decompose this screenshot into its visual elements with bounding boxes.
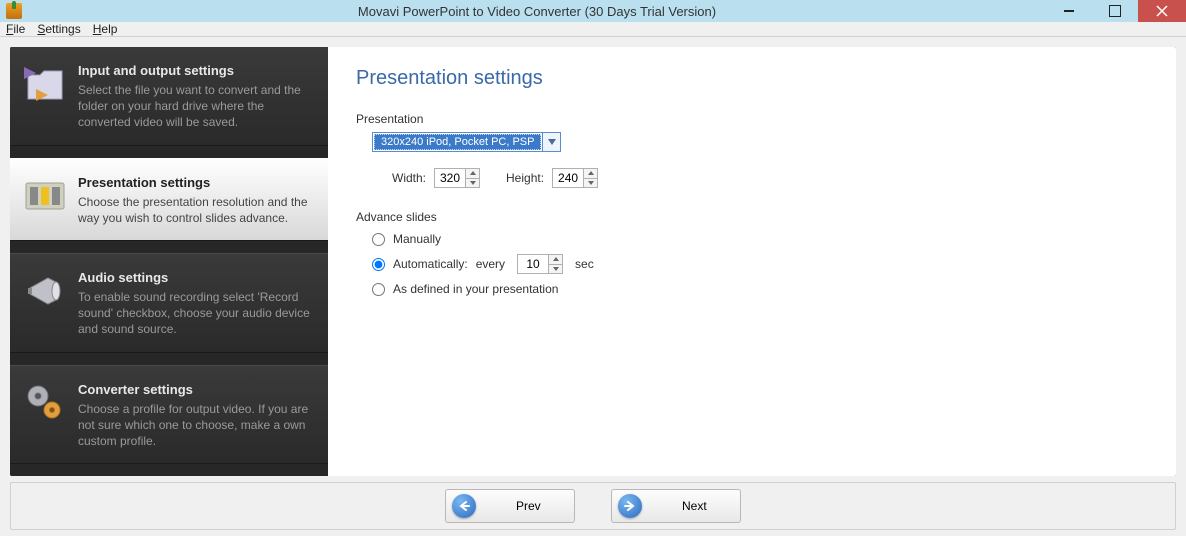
- spin-up-icon[interactable]: [466, 169, 479, 179]
- automatically-suffix: sec: [575, 257, 594, 271]
- sidebar-item-title: Presentation settings: [78, 175, 314, 190]
- radio-manually[interactable]: [372, 233, 385, 246]
- next-button[interactable]: Next: [611, 489, 741, 523]
- radio-manually-label: Manually: [393, 232, 441, 246]
- width-spinner[interactable]: [434, 168, 480, 188]
- arrow-left-icon: [452, 494, 476, 518]
- radio-as-defined[interactable]: [372, 283, 385, 296]
- megaphone-icon: [22, 268, 68, 314]
- sidebar-item-audio[interactable]: Audio settings To enable sound recording…: [10, 253, 328, 353]
- footer: Prev Next: [10, 482, 1176, 530]
- sidebar-item-title: Audio settings: [78, 270, 314, 285]
- prev-label: Prev: [516, 499, 541, 513]
- spin-down-icon[interactable]: [549, 265, 562, 274]
- spin-down-icon[interactable]: [466, 179, 479, 188]
- height-spinner[interactable]: [552, 168, 598, 188]
- window-title: Movavi PowerPoint to Video Converter (30…: [28, 4, 1046, 19]
- sidebar-item-input-output[interactable]: Input and output settings Select the fil…: [10, 47, 328, 146]
- prev-button[interactable]: Prev: [445, 489, 575, 523]
- radio-automatically[interactable]: [372, 258, 385, 271]
- menubar: File Settings Help: [0, 22, 1186, 37]
- sidebar-item-desc: Choose the presentation resolution and t…: [78, 194, 314, 226]
- width-label: Width:: [392, 171, 426, 185]
- menu-settings[interactable]: Settings: [37, 22, 80, 36]
- page-heading: Presentation settings: [356, 67, 1148, 90]
- close-button[interactable]: [1138, 0, 1186, 22]
- height-input[interactable]: [553, 169, 583, 187]
- sidebar-item-desc: To enable sound recording select 'Record…: [78, 289, 314, 338]
- sidebar-item-desc: Select the file you want to convert and …: [78, 82, 314, 131]
- sidebar: Input and output settings Select the fil…: [10, 47, 328, 476]
- content-panel: Presentation settings Presentation 320x2…: [328, 47, 1176, 476]
- presentation-label: Presentation: [356, 112, 1148, 126]
- preset-selected: 320x240 iPod, Pocket PC, PSP: [374, 134, 541, 150]
- gears-icon: [22, 380, 68, 426]
- spin-up-icon[interactable]: [584, 169, 597, 179]
- spin-up-icon[interactable]: [549, 255, 562, 265]
- maximize-button[interactable]: [1092, 0, 1138, 22]
- arrow-right-icon: [618, 494, 642, 518]
- radio-as-defined-label: As defined in your presentation: [393, 282, 558, 296]
- sidebar-item-presentation[interactable]: Presentation settings Choose the present…: [10, 158, 328, 241]
- width-input[interactable]: [435, 169, 465, 187]
- next-label: Next: [682, 499, 707, 513]
- titlebar: Movavi PowerPoint to Video Converter (30…: [0, 0, 1186, 22]
- sidebar-item-title: Converter settings: [78, 382, 314, 397]
- app-icon: [6, 3, 22, 19]
- sidebar-item-desc: Choose a profile for output video. If yo…: [78, 401, 314, 450]
- presentation-icon: [22, 173, 68, 219]
- advance-label: Advance slides: [356, 210, 1148, 224]
- menu-file[interactable]: File: [6, 22, 25, 36]
- automatically-every: every: [476, 257, 505, 271]
- menu-help[interactable]: Help: [93, 22, 118, 36]
- height-label: Height:: [506, 171, 544, 185]
- sidebar-item-converter[interactable]: Converter settings Choose a profile for …: [10, 365, 328, 465]
- radio-automatically-label: Automatically:: [393, 257, 468, 271]
- folder-icon: [22, 61, 68, 107]
- sidebar-item-title: Input and output settings: [78, 63, 314, 78]
- chevron-down-icon[interactable]: [542, 133, 560, 151]
- seconds-input[interactable]: [518, 255, 548, 273]
- preset-dropdown[interactable]: 320x240 iPod, Pocket PC, PSP: [372, 132, 561, 152]
- spin-down-icon[interactable]: [584, 179, 597, 188]
- minimize-button[interactable]: [1046, 0, 1092, 22]
- seconds-spinner[interactable]: [517, 254, 563, 274]
